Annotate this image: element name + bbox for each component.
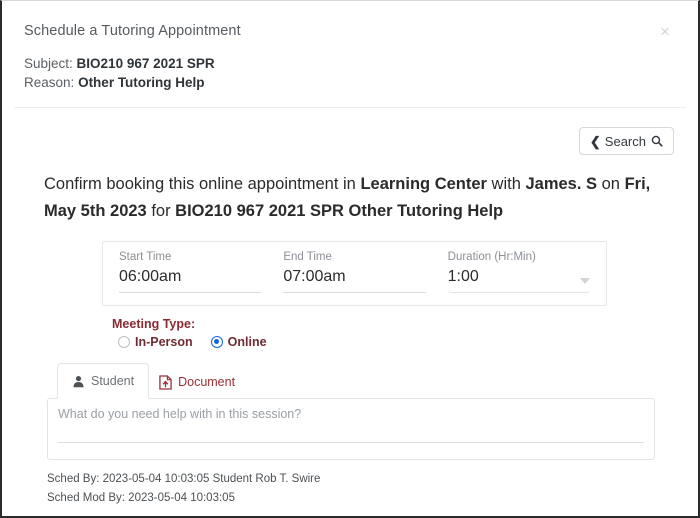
time-fields-group: Start Time 06:00am End Time 07:00am Dura… (102, 241, 607, 306)
confirm-course-reason: BIO210 967 2021 SPR Other Tutoring Help (175, 202, 504, 220)
confirm-part-4: for (146, 202, 176, 220)
tab-document-label: Document (178, 375, 236, 389)
radio-online-label: Online (227, 335, 267, 349)
sched-created: Sched By: 2023-05-04 10:03:05 Student Ro… (47, 473, 321, 485)
radio-in-person[interactable]: In-Person (118, 335, 193, 349)
search-button[interactable]: ❮ Search (578, 127, 674, 155)
meeting-type-group: Meeting Type: In-Person Online (112, 316, 698, 349)
search-row: ❮ Search (2, 108, 698, 155)
radio-in-person-indicator[interactable] (118, 336, 130, 348)
confirm-part-1: Confirm booking this online appointment … (44, 175, 361, 193)
session-note-underline (58, 442, 644, 443)
schedule-appointment-modal: Schedule a Tutoring Appointment × Subjec… (0, 0, 700, 518)
confirm-location: Learning Center (360, 175, 487, 193)
sched-modified: Sched Mod By: 2023-05-04 10:03:05 (47, 492, 235, 504)
start-time-label: Start Time (119, 251, 172, 263)
reason-value: Other Tutoring Help (78, 74, 205, 90)
start-time-field[interactable]: Start Time 06:00am (111, 250, 269, 293)
meeting-type-label: Meeting Type: (112, 317, 196, 331)
duration-value[interactable]: 1:00 (447, 266, 590, 293)
page-title: Schedule a Tutoring Appointment (24, 23, 241, 39)
sched-info: Sched By: 2023-05-04 10:03:05 Student Ro… (47, 470, 698, 508)
confirm-tutor: James. S (525, 175, 598, 193)
tab-student[interactable]: Student (57, 363, 150, 399)
tab-bar: Student Document (57, 363, 698, 399)
meeting-type-options: In-Person Online (112, 335, 698, 349)
tab-student-label: Student (91, 374, 135, 388)
person-icon (72, 375, 85, 388)
duration-field[interactable]: Duration (Hr:Min) 1:00 (440, 250, 598, 293)
appointment-meta: Subject: BIO210 967 2021 SPR Reason: Oth… (2, 39, 698, 92)
confirmation-sentence: Confirm booking this online appointment … (44, 171, 656, 225)
search-icon (651, 135, 663, 147)
search-button-label: Search (604, 133, 646, 149)
end-time-label: End Time (283, 251, 332, 263)
end-time-field[interactable]: End Time 07:00am (275, 250, 433, 293)
chevron-down-icon[interactable] (579, 278, 590, 284)
confirm-part-2: with (486, 175, 526, 193)
tab-document[interactable]: Document (149, 366, 249, 398)
radio-in-person-label: In-Person (135, 335, 193, 349)
start-time-value[interactable]: 06:00am (119, 266, 262, 293)
end-time-value[interactable]: 07:00am (283, 266, 426, 293)
close-icon[interactable]: × (656, 23, 674, 41)
subject-value: BIO210 967 2021 SPR (76, 56, 215, 71)
subject-label: Subject: (24, 56, 73, 71)
subject-row: Subject: BIO210 967 2021 SPR (24, 55, 676, 74)
modal-header: Schedule a Tutoring Appointment × (2, 1, 698, 41)
radio-online-indicator[interactable] (210, 336, 223, 348)
session-note-placeholder: What do you need help with in this sessi… (58, 407, 302, 421)
reason-label: Reason: (24, 74, 75, 90)
confirm-part-3: on (597, 175, 625, 193)
reason-row: Reason: Other Tutoring Help (24, 74, 676, 93)
document-upload-icon (159, 374, 172, 390)
duration-label: Duration (Hr:Min) (447, 251, 536, 263)
session-note-field[interactable]: What do you need help with in this sessi… (47, 398, 655, 460)
chevron-left-icon: ❮ (589, 133, 601, 149)
radio-online[interactable]: Online (210, 335, 267, 349)
